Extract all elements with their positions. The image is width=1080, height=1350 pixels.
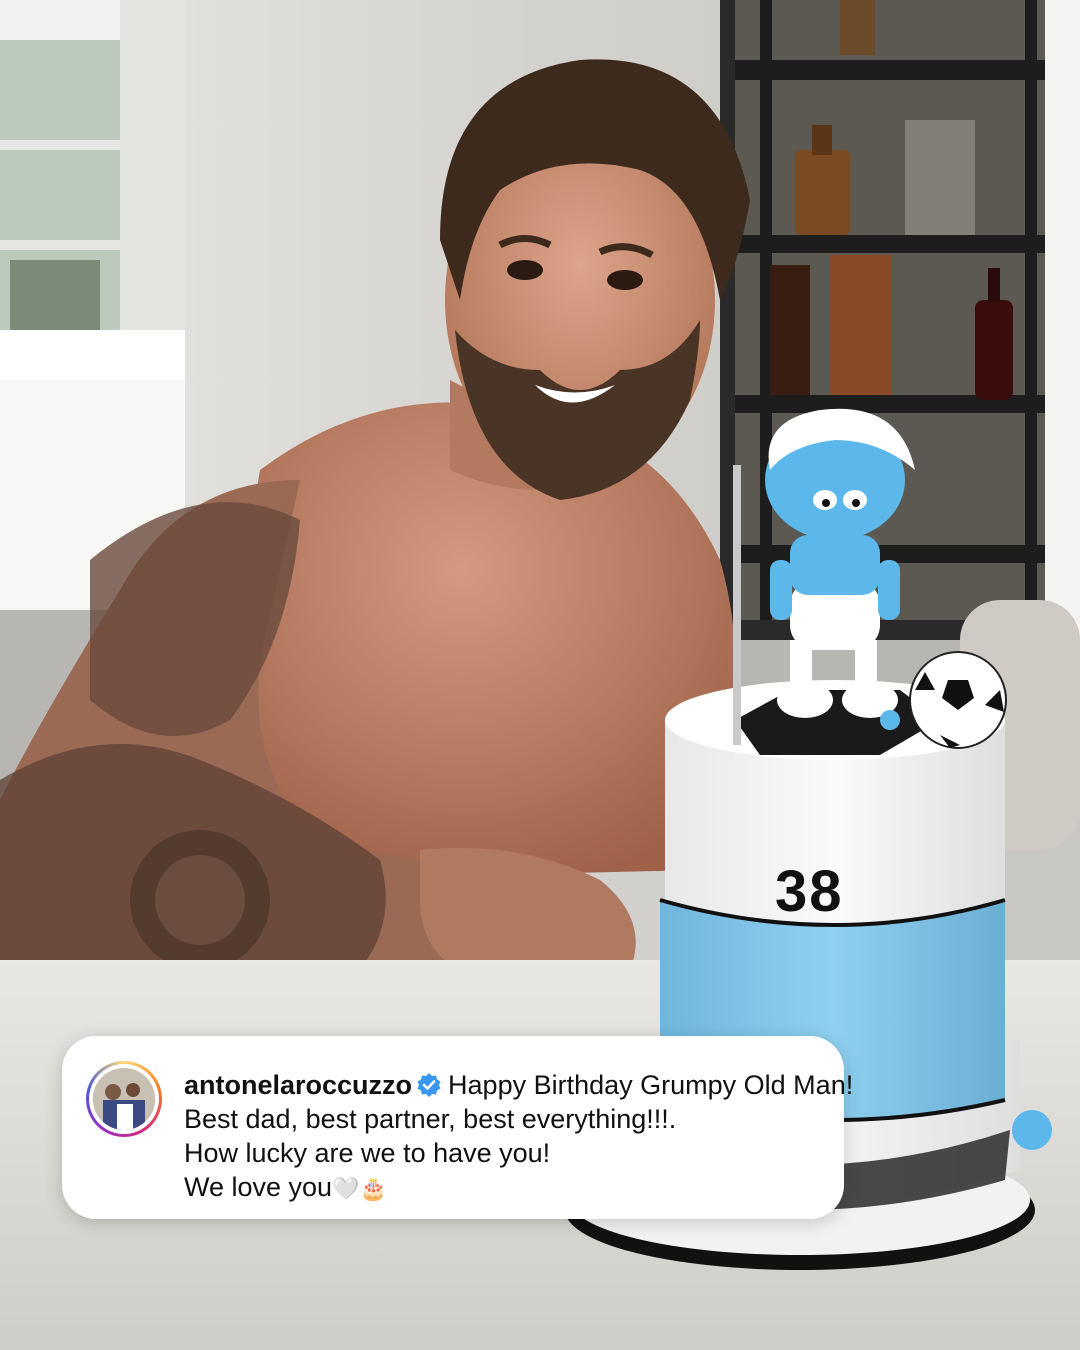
heart-cake-emoji: 🤍🎂	[332, 1177, 387, 1202]
avatar[interactable]	[93, 1068, 155, 1130]
story-ring[interactable]	[86, 1061, 162, 1137]
caption-line-4: We love you	[184, 1172, 333, 1202]
caption-text: antonelaroccuzzo Happy Birthday Grumpy O…	[184, 1068, 853, 1207]
caption-line-2: Best dad, best partner, best everything!…	[184, 1104, 677, 1134]
verified-badge-icon	[417, 1073, 441, 1097]
caption-username[interactable]: antonelaroccuzzo	[184, 1070, 412, 1100]
caption-line-1: Happy Birthday Grumpy Old Man!	[448, 1070, 854, 1100]
avatar-photo	[93, 1068, 155, 1130]
caption-line-3: How lucky are we to have you!	[184, 1138, 551, 1168]
cake-number: 38	[775, 859, 844, 924]
